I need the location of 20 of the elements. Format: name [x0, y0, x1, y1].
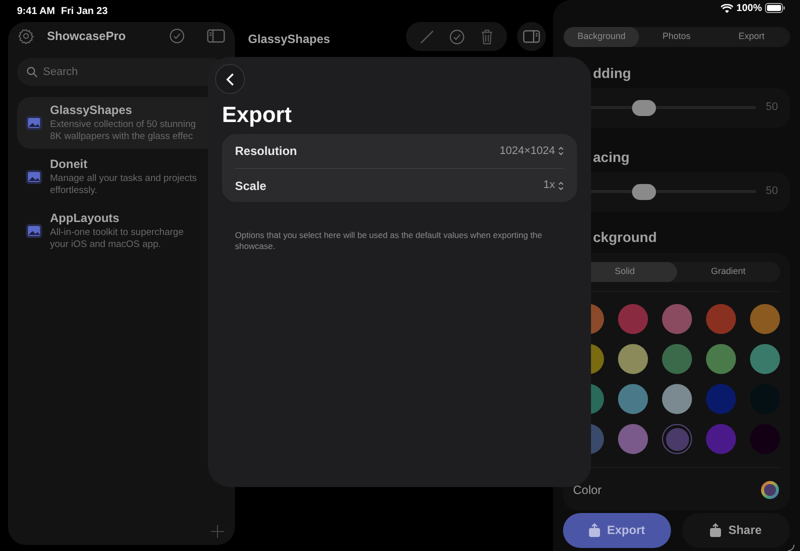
item-description: Extensive collection of 50 stunning 8K wallpapers with the glass effec [50, 119, 197, 143]
detail-title: GlassyShapes [248, 31, 332, 48]
sidebar-title: ShowcasePro [47, 28, 127, 45]
item-title: Doneit [50, 157, 88, 172]
color-label: Color [573, 482, 602, 498]
section-heading: dding [592, 64, 632, 80]
row-label: Resolution [235, 143, 297, 160]
item-title: GlassyShapes [50, 103, 134, 118]
battery-percentage: 100% [736, 2, 762, 16]
item-title: AppLayouts [50, 211, 120, 226]
status-time: 9:41 AM [17, 4, 55, 18]
footnote-text: Options that you select here will be used as the default values when exporting the showcase. [234, 230, 544, 252]
section-heading: ckground [592, 228, 658, 244]
slider-value: 50 [766, 184, 778, 200]
status-date: Fri Jan 23 [60, 4, 108, 18]
item-description: Manage all your tasks and projects effortlessly. [50, 173, 198, 197]
item-description: All-in-one toolkit to supercharge your iOS and macOS app. [50, 227, 185, 251]
slider-value: 50 [766, 100, 778, 116]
row-label: Scale [235, 178, 266, 194]
section-heading: acing [592, 148, 631, 164]
